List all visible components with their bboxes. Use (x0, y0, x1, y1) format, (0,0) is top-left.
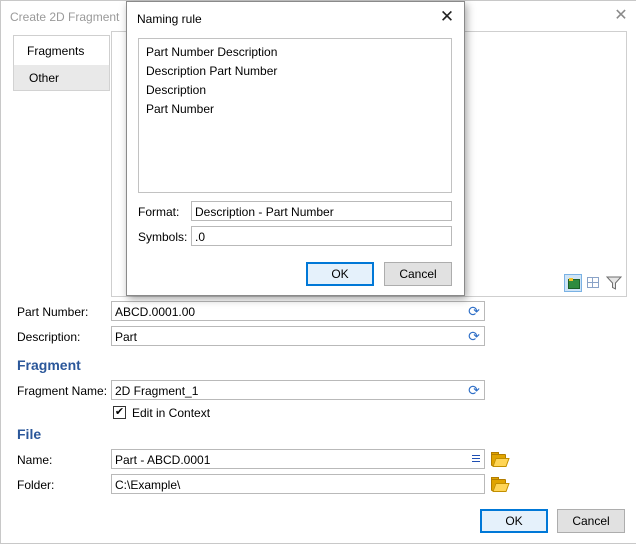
fragment-name-refresh-icon[interactable]: ⟳ (466, 382, 482, 398)
format-label: Format: (138, 205, 180, 219)
file-name-field[interactable]: Part - ABCD.0001 (111, 449, 485, 469)
format-value: Description - Part Number (195, 205, 334, 219)
folder-field[interactable]: C:\Example\ (111, 474, 485, 494)
tab-fragments-label: Fragments (27, 44, 85, 58)
window-close-icon[interactable]: ✕ (611, 6, 631, 26)
cancel-button[interactable]: Cancel (557, 509, 625, 533)
description-value: Part (115, 330, 138, 344)
browse-folder-button[interactable] (491, 476, 510, 492)
fragment-heading: Fragment (17, 357, 81, 373)
window-title: Create 2D Fragment (10, 10, 120, 24)
naming-rule-list[interactable]: Part Number Description Description Part… (138, 38, 452, 193)
folder-value: C:\Example\ (115, 478, 181, 492)
filter-button[interactable] (605, 274, 623, 292)
file-name-label: Name: (17, 453, 53, 467)
fragment-name-label: Fragment Name: (17, 384, 108, 398)
naming-rule-menu-icon[interactable] (472, 455, 480, 462)
edit-in-context-label: Edit in Context (132, 406, 211, 420)
tab-fragments[interactable]: Fragments (13, 35, 110, 65)
folder-label: Folder: (17, 478, 55, 492)
tab-other-label: Other (29, 71, 60, 85)
fragment-name-value: 2D Fragment_1 (115, 384, 199, 398)
image-view-button[interactable] (564, 274, 582, 292)
edit-in-context-checkbox[interactable]: ✔ (113, 406, 126, 419)
symbols-value: .0 (195, 230, 206, 244)
description-field[interactable]: Part ⟳ (111, 326, 485, 346)
naming-rule-title: Naming rule (137, 12, 202, 26)
description-label: Description: (17, 330, 81, 344)
fragment-name-field[interactable]: 2D Fragment_1 ⟳ (111, 380, 485, 400)
symbols-label: Symbols: (138, 230, 188, 244)
image-sun-icon (569, 278, 573, 281)
list-item[interactable]: Description Part Number (146, 62, 277, 80)
symbols-field[interactable]: .0 (191, 226, 452, 246)
file-name-folder-button[interactable] (491, 451, 510, 467)
description-refresh-icon[interactable]: ⟳ (466, 328, 482, 344)
dialog-ok-button[interactable]: OK (306, 262, 374, 286)
part-number-label: Part Number: (17, 305, 89, 319)
filter-icon (606, 276, 622, 290)
part-number-value: ABCD.0001.00 (115, 305, 196, 319)
file-name-value: Part - ABCD.0001 (115, 453, 211, 467)
grid-view-button[interactable] (585, 274, 603, 292)
file-heading: File (17, 426, 42, 442)
list-item[interactable]: Description (146, 81, 206, 99)
ok-button[interactable]: OK (480, 509, 548, 533)
tab-other[interactable]: Other (13, 64, 110, 91)
dialog-cancel-button[interactable]: Cancel (384, 262, 452, 286)
naming-rule-dialog: Naming rule ✕ Part Number Description De… (126, 1, 465, 296)
format-field[interactable]: Description - Part Number (191, 201, 452, 221)
part-number-refresh-icon[interactable]: ⟳ (466, 303, 482, 319)
list-item[interactable]: Part Number (146, 100, 214, 118)
folder-front (492, 483, 510, 492)
dialog-close-icon[interactable]: ✕ (435, 6, 459, 28)
list-item[interactable]: Part Number Description (146, 43, 277, 61)
part-number-field[interactable]: ABCD.0001.00 ⟳ (111, 301, 485, 321)
folder-front (492, 458, 510, 467)
grid-view-icon (587, 277, 599, 288)
